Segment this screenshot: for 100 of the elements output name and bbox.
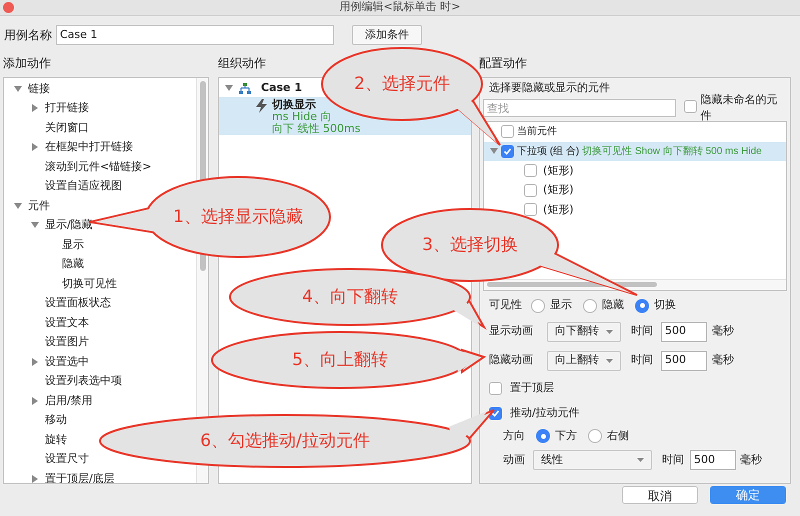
tree-item[interactable]: 设置选中 bbox=[45, 354, 89, 370]
field-label: 时间 bbox=[631, 352, 653, 368]
radio-button[interactable] bbox=[531, 298, 545, 312]
widget-name: (矩形) bbox=[543, 182, 574, 198]
tree-item[interactable]: 打开链接 bbox=[45, 100, 89, 116]
tree-item[interactable]: 设置面板状态 bbox=[45, 295, 111, 312]
radio-button[interactable] bbox=[635, 298, 649, 312]
time-field[interactable]: 500 bbox=[690, 450, 736, 470]
section-heading: 配置动作 bbox=[479, 55, 528, 72]
checkbox[interactable] bbox=[524, 164, 537, 178]
window-title: 用例编辑<鼠标单击 时> bbox=[340, 0, 460, 16]
callout-text: 6、勾选推动/拉动元件 bbox=[200, 431, 370, 451]
radio-button[interactable] bbox=[583, 298, 597, 312]
action-detail: ms Hide 向 bbox=[272, 111, 333, 123]
field-label: 方向 bbox=[503, 428, 525, 444]
tree-item[interactable]: 设置图片 bbox=[45, 334, 89, 350]
close-button[interactable] bbox=[3, 2, 14, 13]
tree-item[interactable]: 启用/禁用 bbox=[45, 392, 93, 409]
checkbox-label: 置于顶层 bbox=[510, 380, 554, 396]
tree-item[interactable]: 置于顶层/底层 bbox=[45, 470, 115, 483]
add-condition-button[interactable]: 添加条件 bbox=[352, 25, 422, 45]
unit-label: 毫秒 bbox=[740, 452, 762, 468]
tree-item[interactable]: 旋转 bbox=[45, 432, 67, 448]
unit-label: 毫秒 bbox=[712, 352, 734, 368]
checkbox-label: 隐藏未命名的元件 bbox=[700, 92, 779, 124]
field-label: 显示动画 bbox=[489, 323, 534, 340]
radio-label: 切换 bbox=[654, 297, 676, 314]
section-heading: 组织动作 bbox=[218, 55, 267, 72]
horizontal-scrollbar[interactable] bbox=[484, 279, 786, 290]
section-heading: 添加动作 bbox=[3, 55, 52, 72]
time-field[interactable]: 500 bbox=[661, 350, 707, 370]
tree-item[interactable]: 设置列表选中项 bbox=[45, 373, 122, 390]
collapsed-arrow-icon[interactable] bbox=[31, 358, 39, 366]
collapsed-arrow-icon[interactable] bbox=[31, 143, 39, 152]
time-field[interactable]: 500 bbox=[661, 322, 707, 342]
case-label[interactable]: Case 1 bbox=[261, 80, 302, 96]
tree-item[interactable]: 链接 bbox=[28, 80, 50, 97]
checkmark-icon bbox=[491, 408, 500, 418]
radio-label: 显示 bbox=[550, 297, 572, 314]
field-label: 选择要隐藏或显示的元件 bbox=[488, 80, 611, 96]
checkbox[interactable] bbox=[684, 100, 697, 113]
caret-icon bbox=[637, 458, 644, 462]
action-title: 切换显示 bbox=[272, 99, 317, 111]
cancel-button[interactable]: 取消 bbox=[622, 486, 698, 504]
tree-item[interactable]: 设置尺寸 bbox=[45, 451, 89, 468]
action-detail: 向下 线性 500ms bbox=[272, 123, 360, 135]
expanded-arrow-icon[interactable] bbox=[14, 202, 22, 210]
animation-dropdown[interactable]: 向上翻转 bbox=[547, 350, 621, 370]
checkbox[interactable] bbox=[501, 125, 514, 138]
tree-item[interactable]: 显示/隐藏 bbox=[45, 217, 93, 234]
radio-label: 隐藏 bbox=[602, 297, 624, 314]
field-label: 用例名称 bbox=[4, 27, 53, 44]
tree-item[interactable]: 隐藏 bbox=[62, 256, 84, 272]
tree-item[interactable]: 设置自适应视图 bbox=[45, 178, 122, 194]
widget-name: (矩形) bbox=[543, 202, 574, 218]
checkbox[interactable] bbox=[524, 203, 537, 216]
widget-name: (矩形) bbox=[543, 162, 574, 178]
callout-text: 4、向下翻转 bbox=[302, 287, 398, 307]
collapsed-arrow-icon[interactable] bbox=[31, 104, 39, 112]
tree-item[interactable]: 移动 bbox=[45, 412, 67, 428]
widget-row[interactable]: 当前元件 bbox=[484, 122, 786, 142]
checkmark-icon bbox=[503, 146, 512, 156]
flowchart-icon bbox=[239, 82, 251, 94]
field-label: 可见性 bbox=[489, 297, 522, 314]
expanded-arrow-icon[interactable] bbox=[225, 84, 233, 92]
expanded-arrow-icon[interactable] bbox=[490, 147, 498, 156]
widget-action-detail: 切换可见性 Show 向下翻转 500 ms Hide bbox=[582, 144, 762, 159]
callout-text: 2、选择元件 bbox=[354, 74, 450, 94]
collapsed-arrow-icon[interactable] bbox=[31, 396, 39, 405]
collapsed-arrow-icon[interactable] bbox=[31, 474, 39, 483]
radio-button[interactable] bbox=[536, 429, 550, 443]
animation-dropdown[interactable]: 向下翻转 bbox=[547, 322, 621, 342]
tree-item[interactable]: 元件 bbox=[28, 198, 50, 214]
expanded-arrow-icon[interactable] bbox=[14, 84, 22, 93]
field-label: 动画 bbox=[503, 452, 526, 468]
checkbox[interactable] bbox=[501, 144, 514, 158]
checkbox[interactable] bbox=[524, 184, 537, 197]
callout-text: 3、选择切换 bbox=[422, 235, 518, 255]
radio-label: 右侧 bbox=[607, 428, 629, 444]
field-label: 隐藏动画 bbox=[489, 352, 534, 368]
lightning-icon bbox=[256, 99, 267, 113]
checkbox-label: 推动/拉动元件 bbox=[510, 404, 580, 421]
tree-item[interactable]: 显示 bbox=[62, 236, 84, 253]
expanded-arrow-icon[interactable] bbox=[31, 221, 39, 230]
caret-icon bbox=[606, 330, 613, 334]
search-field[interactable]: 查找 bbox=[483, 99, 676, 117]
tree-item[interactable]: 在框架中打开链接 bbox=[45, 139, 133, 156]
caret-icon bbox=[606, 358, 613, 362]
field-label: 时间 bbox=[631, 323, 653, 340]
checkbox[interactable] bbox=[489, 382, 502, 394]
field-label: 时间 bbox=[662, 452, 684, 468]
widget-row[interactable]: 下拉项 (组 合) 切换可见性 Show 向下翻转 500 ms Hide bbox=[484, 142, 786, 161]
unit-label: 毫秒 bbox=[712, 323, 734, 340]
tree-item[interactable]: 切换可见性 bbox=[62, 276, 117, 292]
case-name-field[interactable]: Case 1 bbox=[56, 25, 334, 45]
tree-item[interactable]: 关闭窗口 bbox=[45, 120, 89, 136]
radio-button[interactable] bbox=[588, 429, 602, 443]
tree-item[interactable]: 设置文本 bbox=[45, 314, 89, 331]
tree-item[interactable]: 滚动到元件<锚链接> bbox=[45, 158, 152, 175]
animation-dropdown[interactable]: 线性 bbox=[533, 450, 652, 470]
